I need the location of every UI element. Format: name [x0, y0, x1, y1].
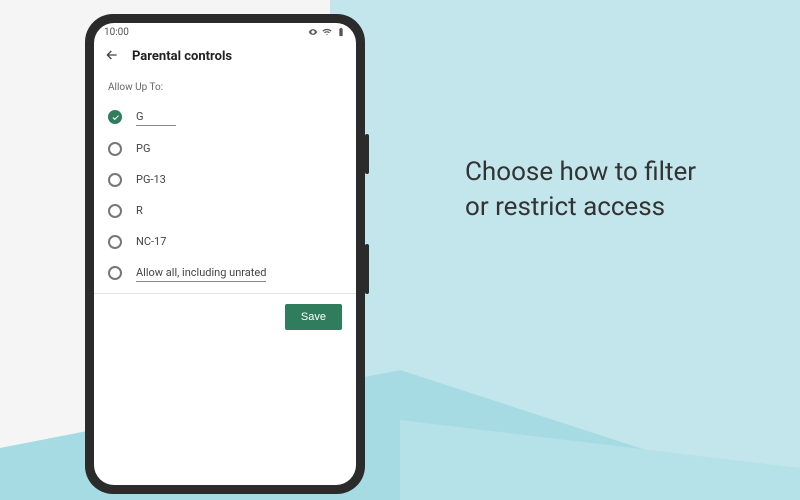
- rating-option-nc17[interactable]: NC-17: [94, 226, 356, 257]
- rating-label: NC-17: [136, 233, 166, 250]
- promo-line-1: Choose how to filter: [465, 155, 696, 190]
- radio-unchecked-icon: [108, 204, 122, 218]
- status-bar: 10:00: [94, 23, 356, 41]
- arrow-left-icon: [104, 47, 120, 63]
- rating-option-g[interactable]: G: [94, 101, 356, 133]
- promo-text: Choose how to filter or restrict access: [465, 155, 696, 225]
- app-bar: Parental controls: [94, 41, 356, 76]
- rating-option-pg[interactable]: PG: [94, 133, 356, 164]
- eye-icon: [308, 27, 318, 37]
- back-button[interactable]: [104, 47, 120, 66]
- radio-unchecked-icon: [108, 235, 122, 249]
- radio-unchecked-icon: [108, 266, 122, 280]
- rating-label: PG-13: [136, 171, 166, 188]
- promo-line-2: or restrict access: [465, 190, 696, 225]
- rating-label: Allow all, including unrated: [136, 264, 266, 282]
- save-button[interactable]: Save: [285, 304, 342, 330]
- rating-label: R: [136, 202, 143, 219]
- check-circle-icon: [108, 110, 122, 124]
- rating-options: G PG PG-13 R NC-17 Allow all, including: [94, 101, 356, 289]
- rating-label: PG: [136, 140, 150, 157]
- page-title: Parental controls: [132, 49, 232, 64]
- battery-icon: [336, 27, 346, 37]
- rating-label: G: [136, 108, 176, 126]
- phone-frame: 10:00 Parental controls Allow Up To: G: [85, 14, 365, 494]
- wifi-icon: [322, 27, 332, 37]
- phone-screen: 10:00 Parental controls Allow Up To: G: [94, 23, 356, 485]
- save-row: Save: [94, 294, 356, 340]
- radio-unchecked-icon: [108, 142, 122, 156]
- radio-unchecked-icon: [108, 173, 122, 187]
- section-label: Allow Up To:: [94, 76, 356, 101]
- rating-option-r[interactable]: R: [94, 195, 356, 226]
- status-time: 10:00: [104, 27, 129, 38]
- rating-option-pg13[interactable]: PG-13: [94, 164, 356, 195]
- rating-option-allow-all[interactable]: Allow all, including unrated: [94, 257, 356, 289]
- status-icons: [308, 27, 346, 37]
